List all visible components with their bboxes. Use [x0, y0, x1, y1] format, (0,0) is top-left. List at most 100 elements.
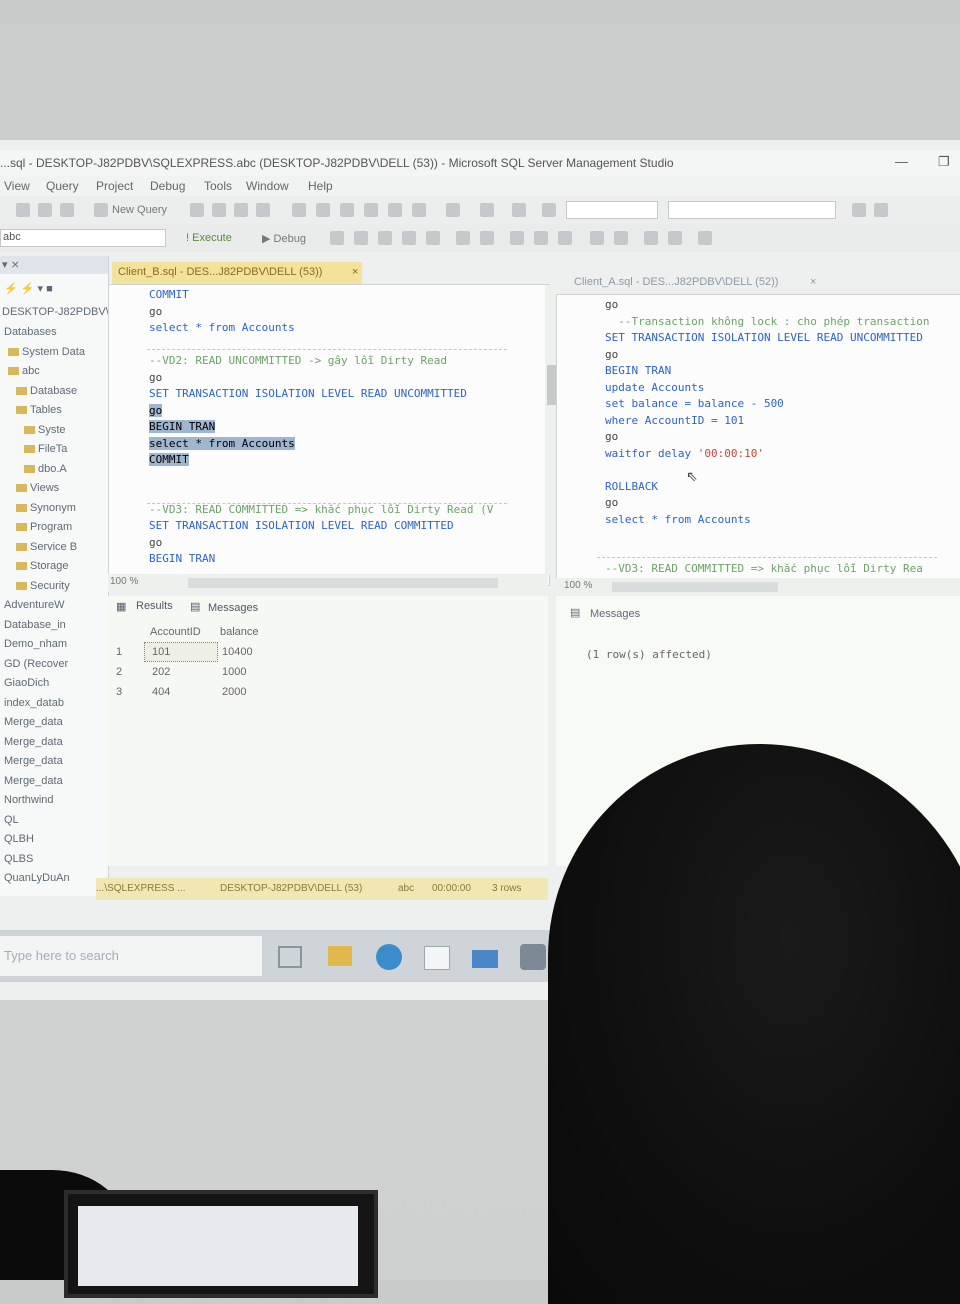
table-cell[interactable]: 1000 [222, 666, 246, 678]
code-line[interactable]: go [605, 297, 618, 314]
menu-tools[interactable]: Tools [204, 179, 232, 193]
toolbar-icon[interactable] [590, 231, 604, 245]
tree-node[interactable]: Demo_nham [4, 638, 67, 650]
code-line[interactable]: SET TRANSACTION ISOLATION LEVEL READ UNC… [149, 386, 467, 403]
query-editor-left[interactable]: COMMIT go select * from Accounts --VD2: REA… [108, 284, 559, 586]
tree-server[interactable]: DESKTOP-J82PDBV\ [2, 306, 109, 318]
task-view-icon[interactable] [278, 946, 302, 968]
tree-node[interactable]: FileTa [24, 443, 67, 455]
tree-node[interactable]: QLBS [4, 853, 33, 865]
save-icon[interactable] [38, 203, 52, 217]
ssms-taskbar-icon[interactable] [520, 944, 546, 970]
toolbar-icon[interactable] [426, 231, 440, 245]
code-line[interactable]: BEGIN TRAN [149, 551, 215, 568]
zoom-level[interactable]: 100 % [564, 580, 592, 591]
tree-node[interactable]: index_datab [4, 697, 64, 709]
table-cell[interactable]: 101 [152, 646, 170, 658]
toolbar-icon[interactable] [378, 231, 392, 245]
column-header-accountid[interactable]: AccountID [150, 626, 201, 638]
tree-node[interactable]: Storage [16, 560, 69, 572]
code-line[interactable]: go [149, 304, 162, 321]
query-editor-right[interactable]: go --Transaction không lock : cho phép t… [556, 294, 960, 586]
tree-node[interactable]: abc [8, 365, 40, 377]
minimize-icon[interactable]: — [895, 154, 908, 169]
code-line[interactable]: COMMIT [149, 287, 189, 304]
toolbar-icon[interactable] [698, 231, 712, 245]
file-explorer-icon[interactable] [328, 946, 352, 966]
tree-node[interactable]: System Data [8, 346, 85, 358]
tree-node[interactable]: Program [16, 521, 72, 533]
tree-node[interactable]: GiaoDich [4, 677, 49, 689]
toolbar-icon[interactable] [614, 231, 628, 245]
tree-node[interactable]: Views [16, 482, 59, 494]
code-line[interactable]: go [149, 370, 162, 387]
tree-node[interactable]: Database_in [4, 619, 66, 631]
redo-icon[interactable] [412, 203, 426, 217]
tree-node[interactable]: Service B [16, 541, 77, 553]
tree-node[interactable]: Merge_data [4, 736, 63, 748]
horizontal-scrollbar[interactable] [612, 582, 778, 592]
toolbar-icon[interactable] [190, 203, 204, 217]
table-cell[interactable]: 2000 [222, 686, 246, 698]
tab-client-a[interactable]: Client_A.sql - DES...J82PDBV\DELL (52)) … [568, 272, 828, 294]
code-line[interactable]: update Accounts [605, 380, 704, 397]
menu-view[interactable]: View [4, 179, 30, 193]
new-query-button[interactable]: New Query [112, 204, 167, 216]
solution-config-dropdown[interactable] [566, 201, 658, 219]
code-line[interactable]: go [605, 347, 618, 364]
close-icon[interactable]: × [352, 266, 358, 284]
tree-node[interactable]: Databases [4, 326, 57, 338]
tree-node[interactable]: QuanLyDuAn [4, 872, 70, 884]
menu-help[interactable]: Help [308, 179, 333, 193]
toolbar-icon[interactable] [480, 203, 494, 217]
code-line[interactable]: SET TRANSACTION ISOLATION LEVEL READ COM… [149, 518, 454, 535]
tree-node[interactable]: Database [16, 385, 77, 397]
undo-icon[interactable] [388, 203, 402, 217]
toolbar-icon[interactable] [446, 203, 460, 217]
tree-node[interactable]: Security [16, 580, 70, 592]
debug-button[interactable]: ▶ Debug [262, 232, 306, 245]
code-line[interactable]: ROLLBACK [605, 479, 658, 496]
tree-node[interactable]: dbo.A [24, 463, 67, 475]
tree-node[interactable]: Merge_data [4, 775, 63, 787]
code-line[interactable]: go [605, 429, 618, 446]
zoom-level[interactable]: 100 % [110, 576, 138, 587]
row-number[interactable]: 1 [116, 646, 122, 658]
toolbar-icon[interactable] [534, 231, 548, 245]
code-line[interactable]: select * from Accounts [149, 320, 295, 337]
database-selector[interactable]: abc [0, 229, 166, 247]
menu-window[interactable]: Window [246, 179, 289, 193]
paste-icon[interactable] [364, 203, 378, 217]
tree-node[interactable]: Tables [16, 404, 62, 416]
maximize-icon[interactable]: ❐ [938, 154, 950, 170]
code-line[interactable]: go [605, 495, 618, 512]
parse-icon[interactable] [354, 231, 368, 245]
table-cell[interactable]: 404 [152, 686, 170, 698]
tree-node[interactable]: Syste [24, 424, 66, 436]
table-cell[interactable]: 10400 [222, 646, 253, 658]
uncomment-icon[interactable] [668, 231, 682, 245]
tree-node[interactable]: Merge_data [4, 755, 63, 767]
copy-icon[interactable] [340, 203, 354, 217]
cut-icon[interactable] [316, 203, 330, 217]
toolbar-icon[interactable] [558, 231, 572, 245]
column-header-balance[interactable]: balance [220, 626, 259, 638]
results-tab[interactable]: Results [136, 600, 173, 612]
menu-project[interactable]: Project [96, 179, 133, 193]
code-line[interactable]: select * from Accounts [605, 512, 751, 529]
connect-icon[interactable]: ⚡ ⚡ ▾ ■ [4, 282, 53, 295]
messages-tab-left[interactable]: Messages [208, 602, 258, 614]
taskbar-search[interactable]: Type here to search [0, 936, 262, 976]
code-line[interactable]: COMMIT [149, 452, 189, 469]
toolbar-icon[interactable] [212, 203, 226, 217]
new-query-icon[interactable] [94, 203, 108, 217]
save-all-icon[interactable] [60, 203, 74, 217]
code-line[interactable]: go [149, 403, 163, 420]
code-line[interactable]: go [149, 535, 162, 552]
edge-browser-icon[interactable] [376, 944, 402, 970]
tree-node[interactable]: GD (Recover [4, 658, 68, 670]
toolbar-icon[interactable] [402, 231, 416, 245]
toolbar-icon[interactable] [510, 231, 524, 245]
mail-icon[interactable] [472, 950, 498, 968]
toolbar-icon[interactable] [874, 203, 888, 217]
